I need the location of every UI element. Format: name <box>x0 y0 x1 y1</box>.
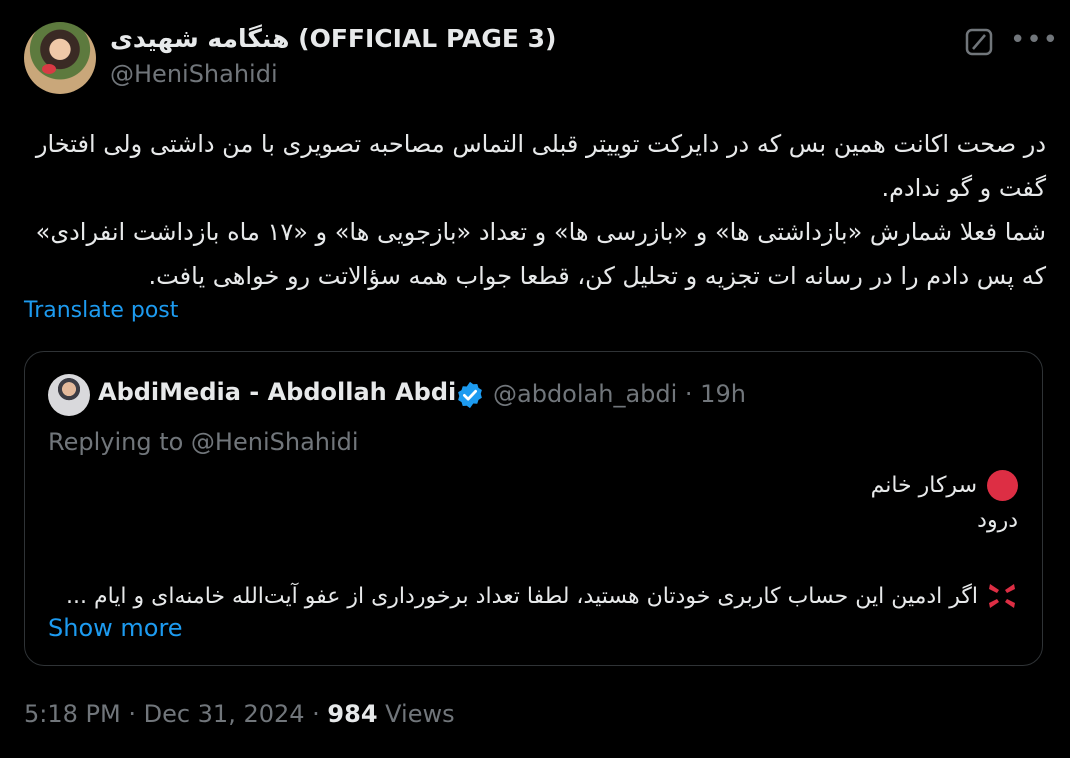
views-label: Views <box>377 700 455 728</box>
grok-icon[interactable] <box>965 28 993 56</box>
author-name[interactable]: هنگامه شهیدی (OFFICIAL PAGE 3) <box>110 24 556 53</box>
post-timestamp[interactable]: 5:18 PM · Dec 31, 2024 · <box>24 700 327 728</box>
quote-line: درود <box>977 508 1018 533</box>
quote-line: سرکار خانم <box>871 470 1018 501</box>
quote-author-name[interactable]: AbdiMedia - Abdollah Abdi <box>98 378 456 406</box>
post-body-line: در صحت اکانت همین بس که در دایرکت توییتر… <box>35 130 1046 158</box>
quote-author-avatar[interactable] <box>48 374 90 416</box>
quote-line: اگر ادمین این حساب کاربری خودتان هستید، … <box>66 580 1018 612</box>
quote-author-handle-time[interactable]: @abdolah_abdi · 19h <box>493 380 746 408</box>
verified-badge-icon <box>458 381 482 409</box>
quote-text: سرکار خانم <box>870 473 977 498</box>
author-handle[interactable]: @HeniShahidi <box>110 60 278 88</box>
author-avatar[interactable] <box>24 22 96 94</box>
post-meta: 5:18 PM · Dec 31, 2024 · 984 Views <box>24 700 455 728</box>
more-icon[interactable]: ••• <box>1010 27 1058 56</box>
translate-post-link[interactable]: Translate post <box>24 298 178 323</box>
quoted-post[interactable]: AbdiMedia - Abdollah Abdi @abdolah_abdi … <box>24 351 1043 666</box>
show-more-link[interactable]: Show more <box>48 614 183 642</box>
post-body: در صحت اکانت همین بس که در دایرکت توییتر… <box>24 122 1046 298</box>
quote-text: اگر ادمین این حساب کاربری خودتان هستید، … <box>66 583 978 609</box>
anger-symbol-icon <box>989 584 1015 608</box>
post-body-line: که پس دادم را در رسانه ات تجزیه و تحلیل … <box>148 262 1046 290</box>
replying-to: Replying to @HeniShahidi <box>48 428 359 456</box>
post-body-line: شما فعلا شمارش «بازداشتی ها» و «بازرسی ه… <box>35 218 1046 246</box>
views-count: 984 <box>327 700 378 728</box>
post-body-line: گفت و گو ندادم. <box>881 174 1046 202</box>
red-circle-icon <box>987 470 1018 501</box>
